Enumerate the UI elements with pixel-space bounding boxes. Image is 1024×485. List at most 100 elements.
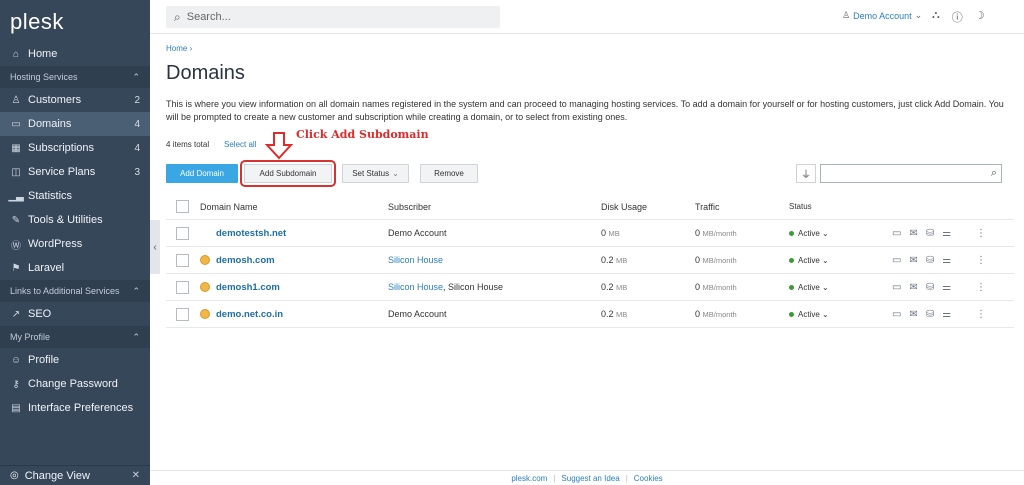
- column-domain-name[interactable]: Domain Name: [200, 202, 258, 212]
- footer-link-cookies[interactable]: Cookies: [634, 474, 663, 483]
- status-dot: [789, 230, 794, 236]
- sidebar-collapse-button[interactable]: ‹: [150, 220, 160, 274]
- more-options-icon[interactable]: ⋮: [976, 228, 986, 239]
- domain-link[interactable]: demosh.com: [216, 255, 275, 266]
- column-disk-usage[interactable]: Disk Usage: [601, 202, 647, 212]
- plesk-logo[interactable]: plesk: [0, 0, 150, 42]
- sidebar-item-customers[interactable]: ♙ Customers 2: [0, 88, 150, 112]
- status-dropdown[interactable]: Active ⌄: [789, 229, 829, 238]
- row-checkbox[interactable]: [176, 226, 189, 240]
- folder-icon[interactable]: ▭: [892, 255, 901, 266]
- subscriber-link[interactable]: Silicon House: [388, 282, 443, 292]
- mail-icon[interactable]: ✉: [909, 282, 917, 293]
- sidebar-item-laravel[interactable]: ⚑ Laravel: [0, 256, 150, 280]
- add-subdomain-button[interactable]: Add Subdomain: [240, 160, 336, 187]
- folder-icon[interactable]: ▭: [892, 228, 901, 239]
- column-traffic[interactable]: Traffic: [695, 202, 720, 212]
- sidebar-item-interface-preferences[interactable]: ▤ Interface Preferences: [0, 396, 150, 420]
- sidebar-item-subscriptions[interactable]: ▦ Subscriptions 4: [0, 136, 150, 160]
- folder-icon[interactable]: ▭: [892, 309, 901, 320]
- domain-favicon-icon: [200, 282, 210, 292]
- remove-button[interactable]: Remove: [420, 164, 478, 183]
- topbar: ⌕ Search... ♙ Demo Account ⌄ ⛬ ⓘ ☽: [150, 0, 1024, 34]
- subscriber-link[interactable]: Silicon House: [388, 255, 443, 265]
- dark-mode-icon[interactable]: ☽: [975, 9, 985, 25]
- status-dot: [789, 284, 794, 290]
- sidebar-item-tools[interactable]: ✎ Tools & Utilities: [0, 208, 150, 232]
- status-dropdown[interactable]: Active ⌄: [789, 256, 829, 265]
- mail-icon[interactable]: ✉: [909, 255, 917, 266]
- table-row: demosh.com Silicon House 0.2 MB 0 MB/mon…: [166, 247, 1014, 274]
- chevron-up-icon: ⌃: [132, 71, 140, 82]
- change-view-icon: ◎: [10, 470, 19, 481]
- help-icon[interactable]: ⓘ: [952, 9, 963, 25]
- set-status-button[interactable]: Set Status ⌄: [342, 164, 409, 183]
- sidebar-item-profile[interactable]: ☺ Profile: [0, 348, 150, 372]
- filter-search-input[interactable]: ⌕: [820, 164, 1002, 183]
- more-options-icon[interactable]: ⋮: [976, 255, 986, 266]
- section-hosting-services[interactable]: Hosting Services ⌃: [0, 66, 150, 88]
- status-dropdown[interactable]: Active ⌄: [789, 310, 829, 319]
- database-icon[interactable]: ⛁: [926, 282, 934, 293]
- mail-icon[interactable]: ✉: [909, 309, 917, 320]
- database-icon[interactable]: ⛁: [926, 255, 934, 266]
- page-title: Domains: [166, 62, 245, 84]
- row-checkbox[interactable]: [176, 280, 189, 294]
- select-all-link[interactable]: Select all: [224, 140, 256, 149]
- traffic-value: 0: [695, 282, 701, 292]
- more-options-icon[interactable]: ⋮: [976, 309, 986, 320]
- footer-link-suggest[interactable]: Suggest an Idea: [561, 474, 619, 483]
- section-my-profile[interactable]: My Profile ⌃: [0, 326, 150, 348]
- subscriber-extra: , Silicon House: [443, 282, 504, 292]
- table-row: demotestsh.net Demo Account 0 MB 0 MB/mo…: [166, 220, 1014, 247]
- sidebar: plesk ⌂ Home Hosting Services ⌃ ♙ Custom…: [0, 0, 150, 485]
- database-icon[interactable]: ⛁: [926, 309, 934, 320]
- sidebar-item-service-plans[interactable]: ◫ Service Plans 3: [0, 160, 150, 184]
- chevron-up-icon: ⌃: [132, 331, 140, 342]
- sidebar-item-home[interactable]: ⌂ Home: [0, 42, 150, 66]
- traffic-value: 0: [695, 228, 701, 238]
- add-domain-button[interactable]: Add Domain: [166, 164, 238, 183]
- sidebar-item-change-password[interactable]: ⚷ Change Password: [0, 372, 150, 396]
- column-subscriber[interactable]: Subscriber: [388, 202, 431, 212]
- search-icon: ⌕: [174, 9, 181, 24]
- account-menu[interactable]: ♙ Demo Account ⌄: [842, 10, 922, 21]
- profile-icon: ☺: [10, 354, 22, 366]
- footer-link-plesk[interactable]: plesk.com: [511, 474, 547, 483]
- breadcrumb[interactable]: Home ›: [166, 44, 192, 53]
- row-checkbox[interactable]: [176, 253, 189, 267]
- domain-link[interactable]: demo.net.co.in: [216, 309, 283, 320]
- traffic-value: 0: [695, 309, 701, 319]
- sidebar-item-statistics[interactable]: ▁▃ Statistics: [0, 184, 150, 208]
- seo-icon: ↗: [11, 308, 21, 320]
- sidebar-item-domains[interactable]: ▭ Domains 4: [0, 112, 150, 136]
- close-icon[interactable]: ✕: [132, 470, 140, 481]
- more-options-icon[interactable]: ⋮: [976, 282, 986, 293]
- filter-icon: ⏚: [801, 170, 811, 181]
- column-status[interactable]: Status: [789, 202, 812, 211]
- annotation-label: Click Add Subdomain: [296, 128, 429, 141]
- settings-sliders-icon[interactable]: ⚌: [942, 282, 951, 293]
- section-links-additional[interactable]: Links to Additional Services ⌃: [0, 280, 150, 302]
- select-all-checkbox[interactable]: [176, 200, 189, 213]
- settings-sliders-icon[interactable]: ⚌: [942, 309, 951, 320]
- extensions-icon[interactable]: ⛬: [932, 9, 940, 25]
- sidebar-item-seo[interactable]: ↗ SEO: [0, 302, 150, 326]
- domain-link[interactable]: demotestsh.net: [216, 228, 286, 239]
- filter-button[interactable]: ⏚: [796, 164, 816, 183]
- folder-icon[interactable]: ▭: [892, 282, 901, 293]
- database-icon[interactable]: ⛁: [926, 228, 934, 239]
- bar-chart-icon: ▁▃: [8, 190, 24, 202]
- domain-favicon-icon: [200, 255, 210, 265]
- domain-link[interactable]: demosh1.com: [216, 282, 280, 293]
- mail-icon[interactable]: ✉: [909, 228, 917, 239]
- change-view-button[interactable]: ◎ Change View ✕: [0, 465, 150, 485]
- settings-sliders-icon[interactable]: ⚌: [942, 228, 951, 239]
- search-input[interactable]: ⌕ Search...: [166, 6, 500, 28]
- sidebar-item-wordpress[interactable]: Ⓦ WordPress: [0, 232, 150, 256]
- row-checkbox[interactable]: [176, 307, 189, 321]
- status-dropdown[interactable]: Active ⌄: [789, 283, 829, 292]
- key-icon: ⚷: [12, 378, 20, 390]
- wordpress-icon: Ⓦ: [11, 240, 21, 252]
- settings-sliders-icon[interactable]: ⚌: [942, 255, 951, 266]
